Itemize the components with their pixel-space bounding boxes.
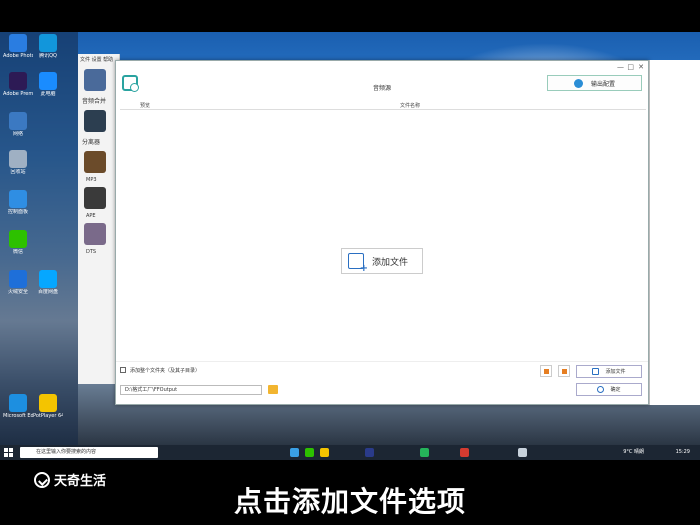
video-top-bar bbox=[0, 0, 700, 32]
minimize-button[interactable]: — bbox=[617, 63, 624, 71]
video-subtitle: 点击添加文件选项 bbox=[233, 485, 466, 518]
audio-source-dialog: 音频源 — □ ✕ 输出配置 预览 文件名称 添加文件 添加整个文件夹（及其子目… bbox=[115, 60, 649, 405]
add-file-small-icon bbox=[592, 368, 600, 375]
edge-taskbar-icon[interactable] bbox=[290, 448, 299, 457]
add-file-center-button[interactable]: 添加文件 bbox=[341, 248, 423, 274]
ok-button-label: 确定 bbox=[610, 387, 621, 393]
desktop-icon[interactable]: 火绒安全 bbox=[3, 270, 33, 295]
format-label-ape: APE bbox=[86, 213, 96, 219]
add-file-icon bbox=[348, 253, 368, 274]
mp3-format-icon[interactable] bbox=[84, 151, 106, 173]
explorer-taskbar-icon[interactable] bbox=[320, 448, 329, 457]
ok-check-icon bbox=[597, 386, 605, 393]
excel-taskbar-icon[interactable] bbox=[420, 448, 429, 457]
dialog-footer: 添加整个文件夹（及其子目录） D:\格式工厂\FFOutput 添加文件 确定 bbox=[116, 361, 648, 406]
clear-list-button[interactable] bbox=[540, 365, 552, 377]
ps-taskbar-icon[interactable] bbox=[365, 448, 374, 457]
splitter-icon[interactable] bbox=[84, 110, 106, 132]
wechat-taskbar-icon[interactable] bbox=[305, 448, 314, 457]
desktop-icon[interactable]: 微信 bbox=[3, 230, 33, 255]
include-subfolders-label: 添加整个文件夹（及其子目录） bbox=[130, 368, 201, 374]
background-right-window bbox=[649, 60, 700, 405]
desktop-icon[interactable]: 网络 bbox=[3, 112, 33, 137]
output-settings-label: 输出配置 bbox=[590, 80, 615, 88]
app-menu-bar[interactable]: 文件 设置 帮助 bbox=[78, 54, 119, 65]
include-subfolders-checkbox[interactable] bbox=[120, 367, 126, 373]
gear-icon bbox=[573, 78, 583, 88]
category-audio-merge[interactable]: 音频合并 bbox=[78, 95, 119, 106]
windows-taskbar: 在这里输入你要搜索的内容 9°C 晴朗 15:29 bbox=[0, 445, 700, 460]
desktop-icon[interactable]: 回收站 bbox=[3, 150, 33, 175]
system-tray: 9°C 晴朗 15:29 bbox=[623, 448, 690, 455]
desktop-icon[interactable]: Adobe Photoshop bbox=[3, 34, 33, 59]
desktop-icon[interactable]: 此电脑 bbox=[33, 72, 63, 97]
add-file-button[interactable]: 添加文件 bbox=[576, 365, 642, 378]
desktop-icon[interactable]: 百度网盘 bbox=[33, 270, 63, 295]
desktop-icon[interactable]: PotPlayer 64 bit bbox=[33, 394, 63, 419]
dialog-header: 音频源 — □ ✕ 输出配置 bbox=[116, 61, 648, 101]
windows-start-icon[interactable] bbox=[4, 448, 13, 457]
format-factory-window: 文件 设置 帮助 音频合并 分离器 MP3 APE DTS bbox=[78, 54, 120, 384]
file-list-header: 预览 文件名称 bbox=[120, 101, 646, 110]
weather-text[interactable]: 9°C 晴朗 bbox=[623, 449, 644, 455]
wps-taskbar-icon[interactable] bbox=[460, 448, 469, 457]
add-file-button-label: 添加文件 bbox=[605, 369, 626, 375]
desktop-icon[interactable]: 控制面板 bbox=[3, 190, 33, 215]
taskbar-search-input[interactable]: 在这里输入你要搜索的内容 bbox=[20, 447, 158, 458]
maximize-button[interactable]: □ bbox=[627, 63, 634, 71]
dts-format-icon[interactable] bbox=[84, 223, 106, 245]
clock-text[interactable]: 15:29 bbox=[676, 449, 690, 455]
folder-icon[interactable] bbox=[268, 385, 278, 394]
close-button[interactable]: ✕ bbox=[638, 63, 644, 71]
add-file-center-label: 添加文件 bbox=[372, 257, 409, 268]
desktop-screen: Adobe Photoshop 腾讯QQ Adobe Premiere 此电脑 … bbox=[0, 32, 700, 445]
music-format-icon[interactable] bbox=[84, 69, 106, 91]
category-splitter[interactable]: 分离器 bbox=[78, 136, 119, 147]
desktop-icon[interactable]: Microsoft Edge bbox=[3, 394, 33, 419]
column-preview[interactable]: 预览 bbox=[140, 102, 150, 109]
column-filename[interactable]: 文件名称 bbox=[400, 102, 420, 109]
ok-button[interactable]: 确定 bbox=[576, 383, 642, 396]
output-settings-button[interactable]: 输出配置 bbox=[547, 75, 642, 91]
format-label-dts: DTS bbox=[86, 249, 97, 255]
ape-format-icon[interactable] bbox=[84, 187, 106, 209]
desktop-icon[interactable]: Adobe Premiere bbox=[3, 72, 33, 97]
output-path-select[interactable]: D:\格式工厂\FFOutput bbox=[120, 385, 262, 395]
desktop-icon[interactable]: 腾讯QQ bbox=[33, 34, 63, 59]
format-factory-taskbar-icon[interactable] bbox=[518, 448, 527, 457]
format-label-mp3: MP3 bbox=[86, 177, 97, 183]
open-folder-button[interactable] bbox=[558, 365, 570, 377]
